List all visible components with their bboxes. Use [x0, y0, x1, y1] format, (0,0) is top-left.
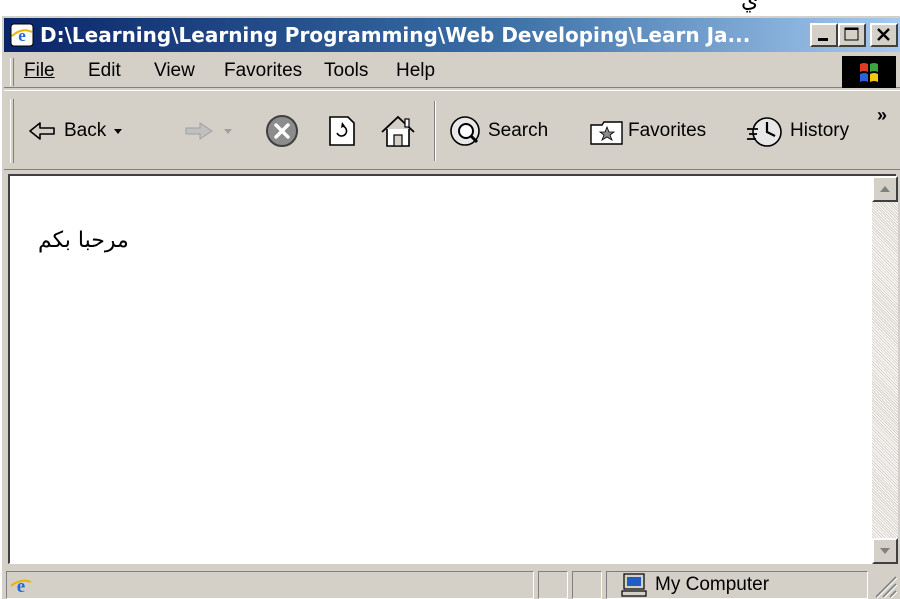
toolbar-overflow-button[interactable]: »: [877, 105, 887, 126]
stop-icon: [266, 115, 298, 147]
windows-flag-throbber: [842, 56, 896, 88]
status-zone-label: My Computer: [655, 574, 770, 595]
status-zone-pane: My Computer: [606, 571, 868, 599]
menu-help-label: Help: [396, 60, 436, 81]
history-label: History: [790, 120, 850, 141]
vertical-scrollbar[interactable]: [872, 176, 898, 564]
browser-window: e D:\Learning\Learning Programming\Web D…: [0, 14, 900, 599]
window-title: D:\Learning\Learning Programming\Web Dev…: [40, 23, 751, 47]
svg-text:e: e: [18, 26, 26, 45]
back-button[interactable]: Back: [26, 97, 128, 165]
page-text: مرحبا بكم: [38, 228, 129, 253]
close-icon: [877, 28, 890, 41]
menu-favorites-label: Favorites: [224, 60, 303, 81]
maximize-button[interactable]: [838, 23, 866, 47]
menu-edit-label: Edit: [88, 60, 121, 81]
ie-logo-icon[interactable]: e: [10, 23, 34, 47]
status-pane-security: [572, 571, 602, 599]
standard-toolbar: Back Search Favorites History »: [4, 90, 900, 170]
toolbar-separator: [434, 101, 436, 161]
scroll-down-arrow-icon: [880, 548, 890, 554]
menu-file[interactable]: File: [24, 60, 55, 82]
minimize-button[interactable]: [810, 23, 838, 47]
forward-button[interactable]: [182, 97, 240, 165]
title-bar[interactable]: e D:\Learning\Learning Programming\Web D…: [4, 18, 900, 52]
menu-view-label: View: [154, 60, 195, 81]
search-label: Search: [488, 120, 549, 141]
maximize-icon: [844, 27, 859, 41]
menu-tools-label: Tools: [324, 60, 369, 81]
scroll-down-button[interactable]: [872, 538, 898, 564]
menu-view[interactable]: View: [154, 60, 195, 82]
menu-edit[interactable]: Edit: [88, 60, 121, 82]
forward-arrow-icon: [185, 122, 213, 140]
menu-grip[interactable]: [10, 58, 14, 86]
status-message-pane: e: [6, 571, 534, 599]
home-button[interactable]: [378, 97, 418, 165]
svg-text:e: e: [17, 576, 25, 597]
toolbar-grip[interactable]: [10, 99, 14, 163]
refresh-icon: [329, 116, 355, 146]
status-pane-progress: [538, 571, 568, 599]
menu-file-label: File: [24, 60, 55, 81]
resize-grip-icon[interactable]: [872, 573, 898, 599]
menu-tools[interactable]: Tools: [324, 60, 368, 82]
stop-button[interactable]: [262, 97, 302, 165]
close-button[interactable]: [870, 23, 898, 47]
history-button[interactable]: History: [744, 97, 849, 165]
search-icon: [450, 116, 480, 146]
back-dropdown-icon[interactable]: [106, 119, 128, 143]
menu-bar: File Edit View Favorites Tools Help: [4, 54, 900, 88]
background-text-fragment: ي: [741, 0, 759, 13]
back-label: Back: [64, 120, 107, 141]
scroll-up-button[interactable]: [872, 176, 898, 202]
minimize-icon: [818, 38, 828, 41]
search-button[interactable]: Search: [446, 97, 548, 165]
ie-page-icon: e: [10, 576, 32, 597]
scroll-up-arrow-icon: [880, 186, 890, 192]
menu-help[interactable]: Help: [396, 60, 435, 82]
windows-flag-icon: [860, 63, 878, 82]
home-icon: [381, 115, 415, 147]
history-icon: [747, 117, 782, 147]
document-viewport[interactable]: مرحبا بكم: [8, 174, 898, 564]
favorites-button[interactable]: Favorites: [588, 97, 706, 165]
status-bar: e My Computer: [4, 567, 900, 599]
my-computer-icon: [621, 573, 647, 597]
favorites-icon: [590, 121, 623, 145]
refresh-button[interactable]: [322, 97, 362, 165]
favorites-label: Favorites: [628, 120, 707, 141]
back-arrow-icon: [29, 122, 55, 140]
forward-dropdown-icon[interactable]: [218, 119, 240, 143]
menu-favorites[interactable]: Favorites: [224, 60, 302, 82]
